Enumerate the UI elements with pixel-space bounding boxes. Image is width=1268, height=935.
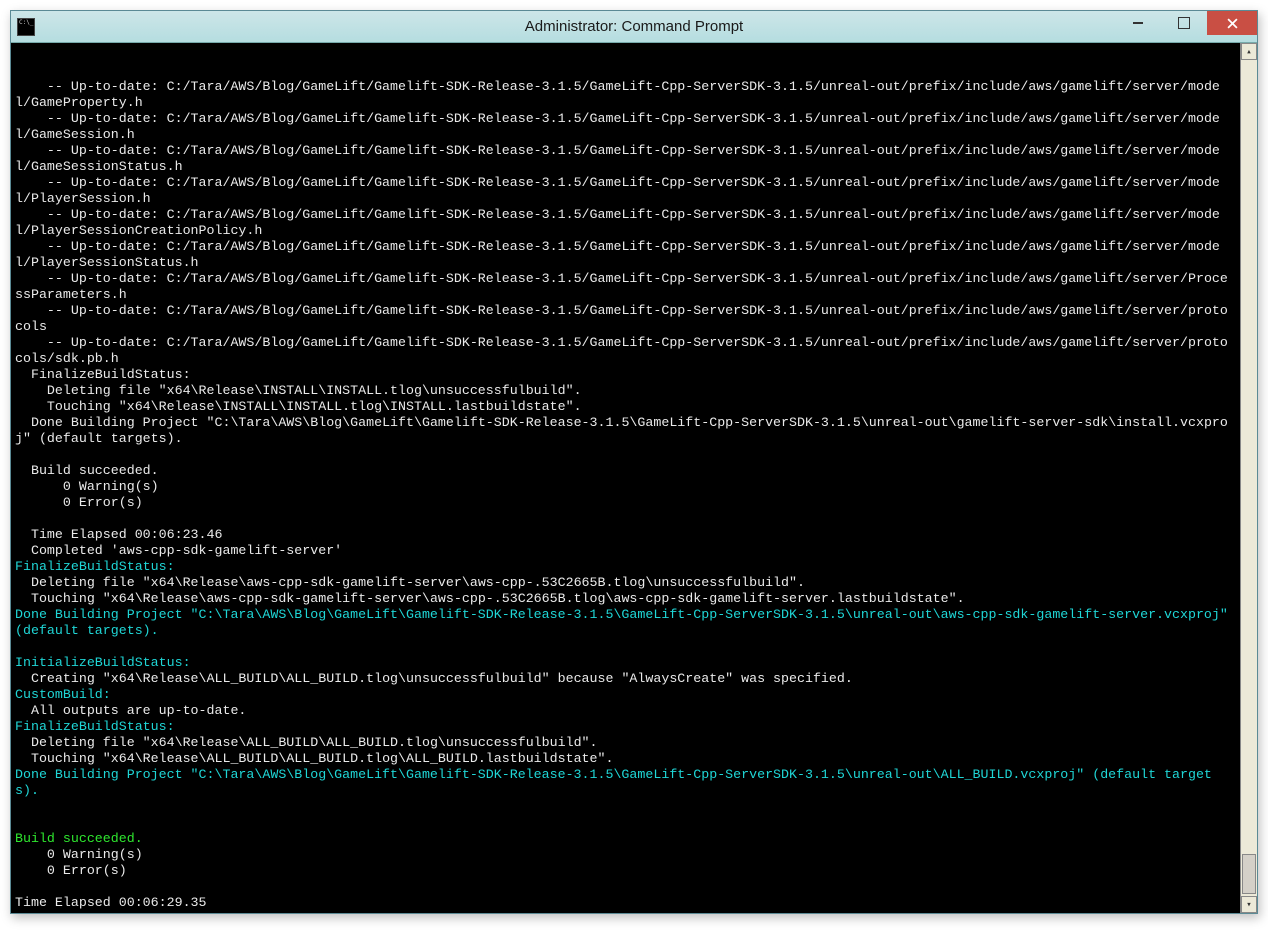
terminal-line [15,815,1235,831]
minimize-button[interactable] [1115,11,1161,35]
scroll-down-button[interactable]: ▾ [1241,896,1257,913]
window-controls [1115,11,1257,42]
terminal-line [15,639,1235,655]
terminal-line: Done Building Project "C:\Tara\AWS\Blog\… [15,767,1235,799]
terminal-line [15,511,1235,527]
scroll-up-button[interactable]: ▴ [1241,43,1257,60]
terminal-line: Done Building Project "C:\Tara\AWS\Blog\… [15,607,1235,639]
terminal-line: -- Up-to-date: C:/Tara/AWS/Blog/GameLift… [15,239,1235,271]
maximize-button[interactable] [1161,11,1207,35]
terminal-line [15,911,1235,913]
terminal-line: -- Up-to-date: C:/Tara/AWS/Blog/GameLift… [15,143,1235,175]
terminal-line: Time Elapsed 00:06:29.35 [15,895,1235,911]
terminal-line: -- Up-to-date: C:/Tara/AWS/Blog/GameLift… [15,207,1235,239]
terminal-line: -- Up-to-date: C:/Tara/AWS/Blog/GameLift… [15,303,1235,335]
titlebar[interactable]: Administrator: Command Prompt [11,11,1257,43]
terminal-line: Touching "x64\Release\ALL_BUILD\ALL_BUIL… [15,751,1235,767]
vertical-scrollbar[interactable]: ▴ ▾ [1240,43,1257,913]
terminal-line: -- Up-to-date: C:/Tara/AWS/Blog/GameLift… [15,271,1235,303]
terminal-line: 0 Warning(s) [15,847,1235,863]
command-prompt-window: Administrator: Command Prompt -- Up-to-d… [10,10,1258,914]
scroll-thumb[interactable] [1242,854,1256,894]
terminal-line: All outputs are up-to-date. [15,703,1235,719]
terminal-line: Deleting file "x64\Release\ALL_BUILD\ALL… [15,735,1235,751]
terminal-line: Done Building Project "C:\Tara\AWS\Blog\… [15,415,1235,447]
terminal-line: Build succeeded. [15,463,1235,479]
terminal-line: 0 Error(s) [15,495,1235,511]
close-button[interactable] [1207,11,1257,35]
terminal-line [15,879,1235,895]
close-icon [1227,18,1238,29]
terminal-line [15,799,1235,815]
terminal-line: FinalizeBuildStatus: [15,367,1235,383]
terminal-area[interactable]: -- Up-to-date: C:/Tara/AWS/Blog/GameLift… [11,43,1257,913]
terminal-line: Completed 'aws-cpp-sdk-gamelift-server' [15,543,1235,559]
terminal-line: Deleting file "x64\Release\aws-cpp-sdk-g… [15,575,1235,591]
terminal-line: Deleting file "x64\Release\INSTALL\INSTA… [15,383,1235,399]
terminal-line: FinalizeBuildStatus: [15,719,1235,735]
terminal-line: CustomBuild: [15,687,1235,703]
terminal-content: -- Up-to-date: C:/Tara/AWS/Blog/GameLift… [15,79,1253,913]
cmd-icon [17,18,35,36]
terminal-line: 0 Error(s) [15,863,1235,879]
scroll-track[interactable] [1241,60,1257,896]
terminal-line: -- Up-to-date: C:/Tara/AWS/Blog/GameLift… [15,79,1235,111]
terminal-line: Build succeeded. [15,831,1235,847]
terminal-line: Time Elapsed 00:06:23.46 [15,527,1235,543]
terminal-line: Touching "x64\Release\INSTALL\INSTALL.tl… [15,399,1235,415]
window-title: Administrator: Command Prompt [11,18,1257,35]
terminal-line: -- Up-to-date: C:/Tara/AWS/Blog/GameLift… [15,111,1235,143]
terminal-line: Touching "x64\Release\aws-cpp-sdk-gameli… [15,591,1235,607]
terminal-line: -- Up-to-date: C:/Tara/AWS/Blog/GameLift… [15,335,1235,367]
terminal-line: Creating "x64\Release\ALL_BUILD\ALL_BUIL… [15,671,1235,687]
terminal-line [15,447,1235,463]
terminal-line: FinalizeBuildStatus: [15,559,1235,575]
terminal-line: InitializeBuildStatus: [15,655,1235,671]
terminal-line: 0 Warning(s) [15,479,1235,495]
terminal-line: -- Up-to-date: C:/Tara/AWS/Blog/GameLift… [15,175,1235,207]
